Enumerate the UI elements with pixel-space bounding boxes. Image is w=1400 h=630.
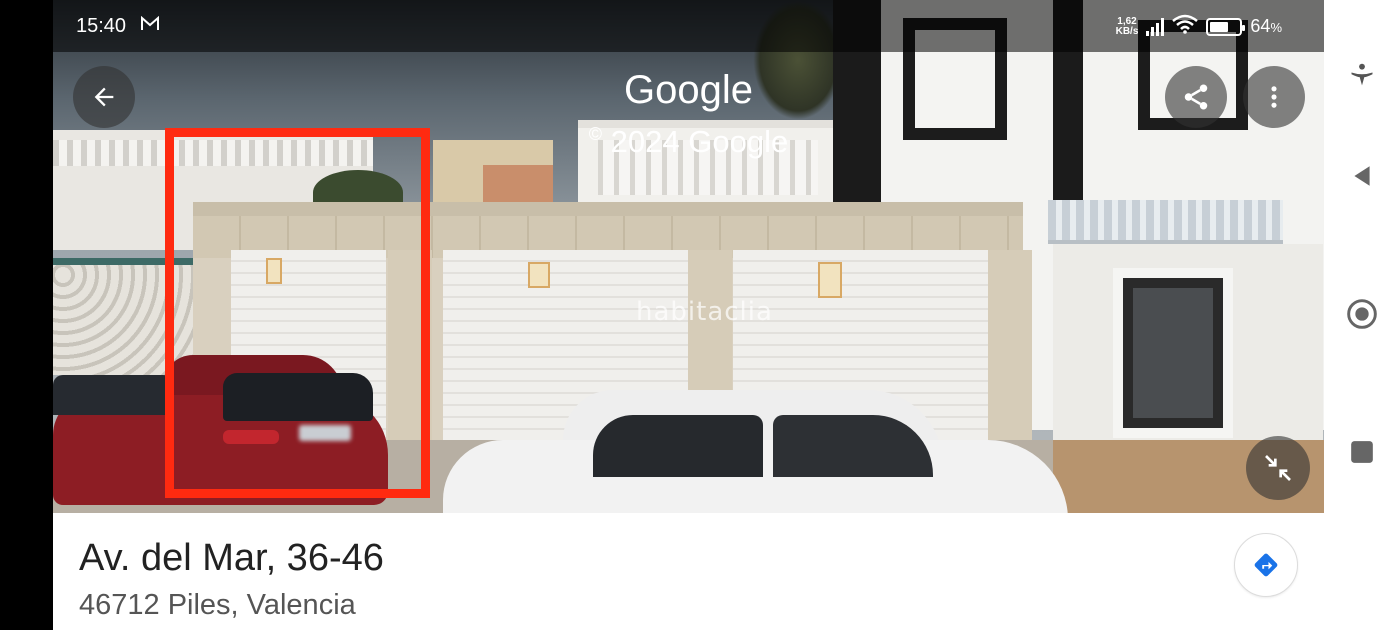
tiled-roof	[1048, 200, 1283, 244]
maps-app: habitaclia 15:40 1,62 KB/s 64% Google © …	[53, 0, 1324, 630]
back-button[interactable]	[73, 66, 135, 128]
highlight-box	[165, 128, 430, 498]
copyright-notice: © 2024 Google	[588, 124, 789, 159]
status-time: 15:40	[76, 15, 127, 37]
address-subtitle: 46712 Piles, Valencia	[79, 589, 356, 621]
screen-left-edge	[0, 0, 53, 630]
share-icon	[1184, 84, 1208, 110]
battery-percent: 64%	[1250, 16, 1282, 36]
google-logo: Google	[624, 68, 753, 112]
gmail-icon	[141, 15, 159, 38]
watermark: habitaclia	[636, 297, 773, 327]
status-bar: 15:40 1,62 KB/s 64%	[53, 0, 1324, 52]
more-vertical-icon	[1271, 86, 1277, 108]
place-info-panel: Av. del Mar, 36-46 46712 Piles, Valencia	[53, 513, 1324, 630]
signal-icon	[1146, 17, 1165, 36]
collapse-icon	[1265, 455, 1291, 481]
nav-home-button[interactable]	[1346, 298, 1378, 330]
door-sign	[818, 262, 842, 298]
back-icon	[1354, 166, 1370, 186]
arrow-back-icon	[94, 87, 114, 107]
network-speed: 1,62 KB/s	[1115, 15, 1139, 37]
nav-recents-button[interactable]	[1346, 436, 1378, 468]
accessibility-icon	[1351, 63, 1373, 86]
door-sign	[528, 262, 550, 288]
recents-icon	[1351, 441, 1373, 463]
entrance-door	[1113, 268, 1233, 438]
home-icon	[1347, 299, 1377, 329]
white-car	[443, 385, 1073, 513]
address-title: Av. del Mar, 36-46	[79, 537, 384, 579]
nav-back-button[interactable]	[1346, 160, 1378, 192]
share-button[interactable]	[1165, 66, 1227, 128]
collapse-button[interactable]	[1246, 436, 1310, 500]
directions-icon	[1254, 553, 1278, 577]
android-navigation-bar	[1324, 0, 1400, 630]
wifi-icon	[1172, 14, 1199, 39]
status-indicators: 1,62 KB/s 64%	[1116, 14, 1282, 39]
directions-button[interactable]	[1234, 533, 1298, 597]
accessibility-button[interactable]	[1346, 60, 1378, 92]
street-view-image[interactable]: habitaclia 15:40 1,62 KB/s 64% Google © …	[53, 0, 1324, 513]
more-options-button[interactable]	[1243, 66, 1305, 128]
battery-icon	[1206, 17, 1246, 36]
